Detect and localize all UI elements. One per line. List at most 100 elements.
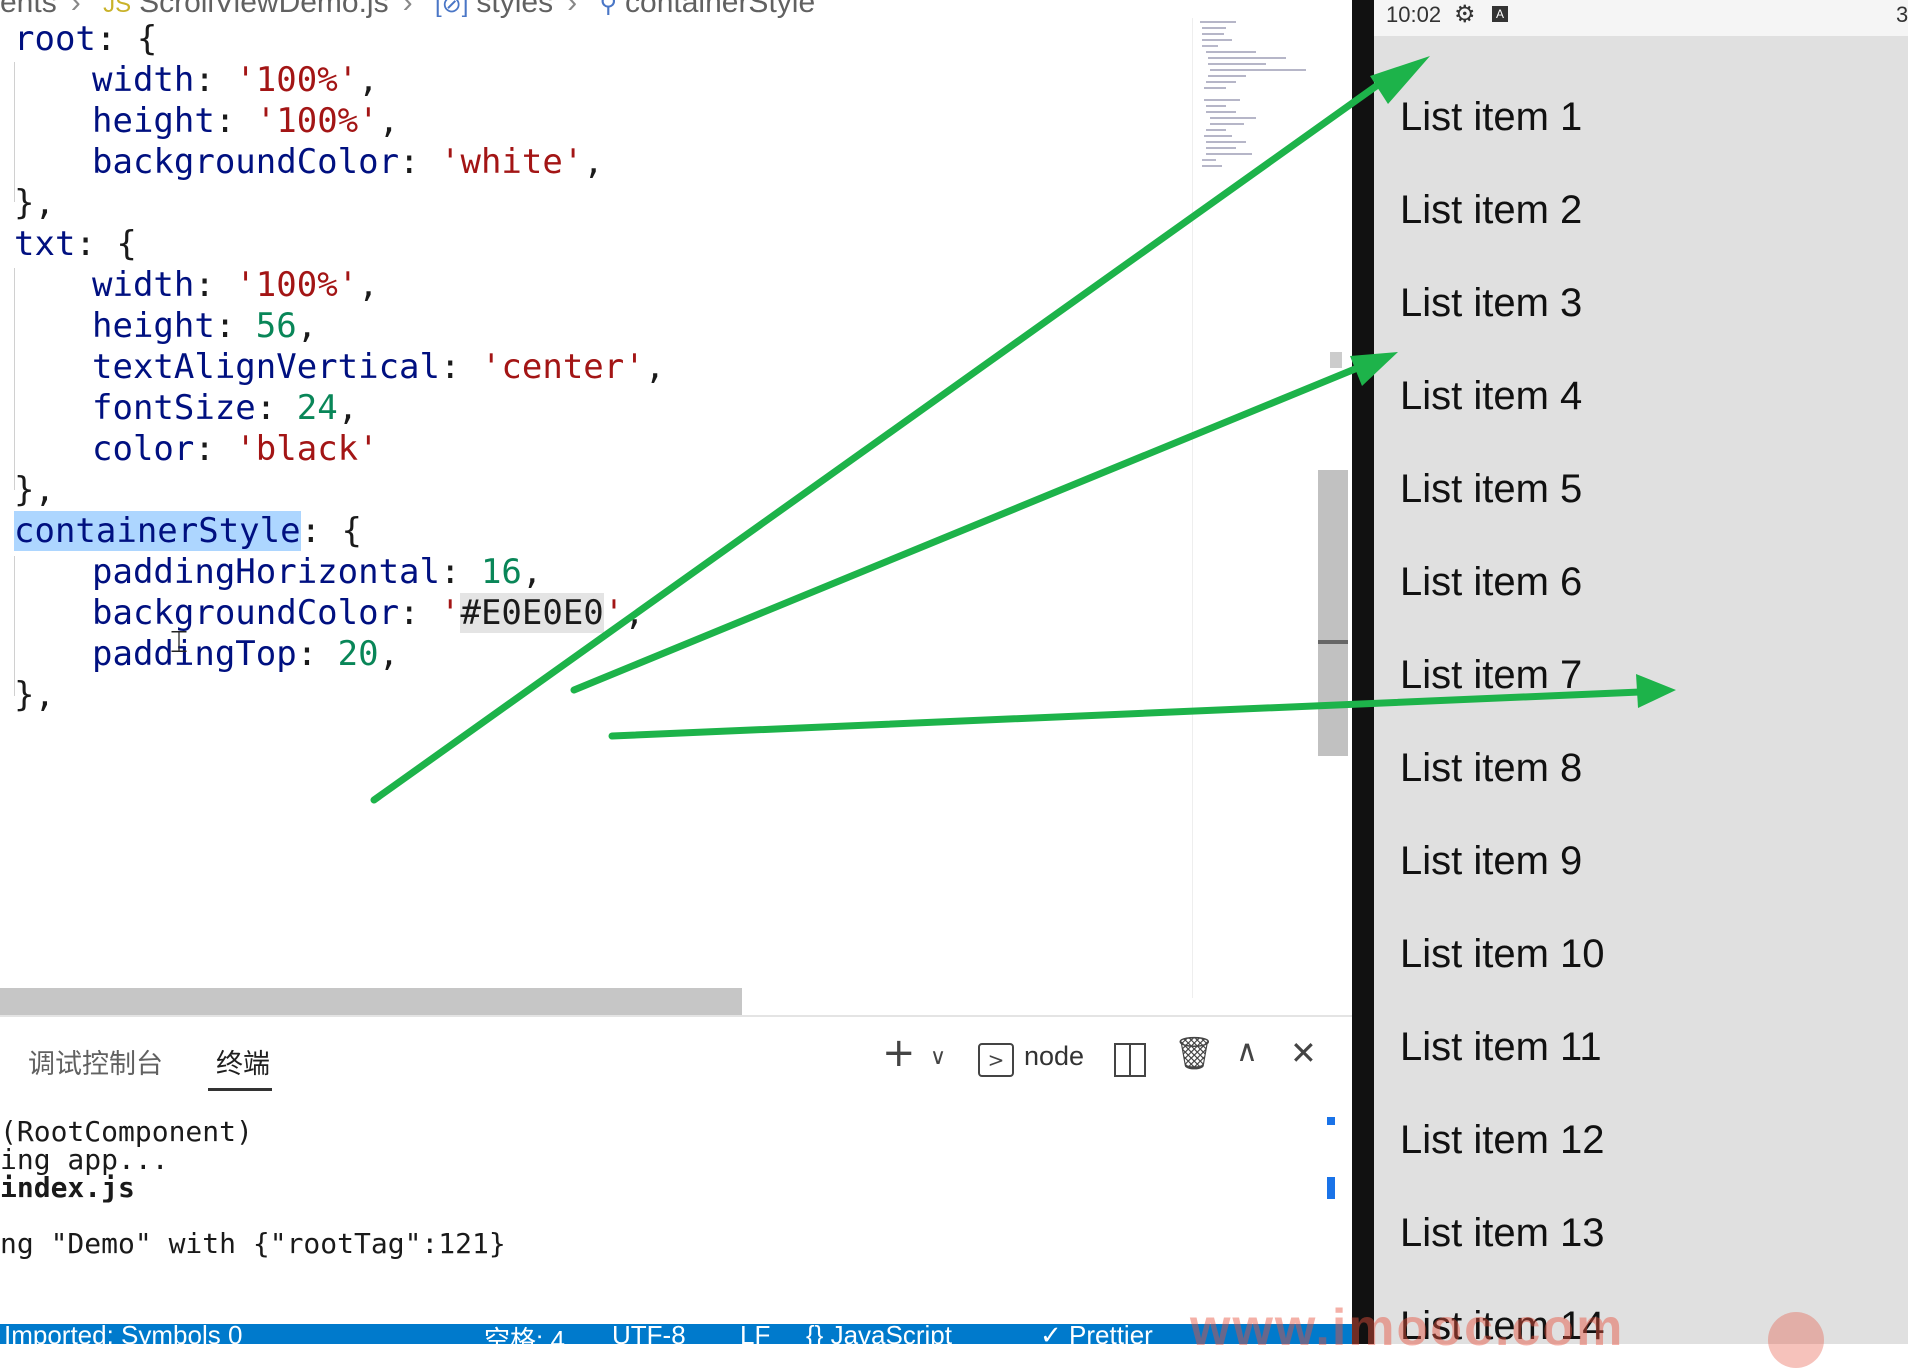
code-key: width (92, 265, 195, 305)
code-key: paddingTop (92, 634, 297, 674)
notification-a-icon: A (1492, 6, 1508, 22)
phone-status-bar: 10:02 ⚙ A 3 (1374, 0, 1908, 36)
list-item[interactable]: List item 6 (1400, 554, 1582, 610)
gear-icon: ⚙ (1454, 0, 1476, 28)
highlighted-color-value: #E0E0E0 (460, 593, 604, 633)
code-punctuation: : (440, 347, 481, 387)
breadcrumb-property[interactable]: containerStyle (625, 0, 815, 19)
code-punctuation: : (214, 306, 256, 346)
tab-terminal[interactable]: 终端 (216, 1042, 270, 1081)
code-number: 24 (296, 388, 338, 428)
code-line[interactable]: }, (14, 670, 55, 720)
code-punctuation: , (624, 593, 645, 633)
scrollbar-cursor-mark (1318, 640, 1348, 644)
breadcrumb-separator: › (402, 0, 413, 19)
status-imports[interactable]: Imported: Symbols 0 (4, 1324, 242, 1344)
list-item[interactable]: List item 12 (1400, 1112, 1605, 1168)
code-punctuation: : { (95, 19, 158, 59)
list-item[interactable]: List item 3 (1400, 275, 1582, 331)
minimap-border (1192, 18, 1193, 998)
list-item[interactable]: List item 11 (1400, 1019, 1602, 1075)
close-icon[interactable]: ✕ (1290, 1037, 1317, 1069)
code-punctuation: : { (75, 224, 137, 264)
code-punctuation: , (337, 388, 359, 428)
code-key: color (92, 429, 195, 469)
shell-label[interactable]: node (1024, 1043, 1084, 1070)
code-key: txt (14, 224, 76, 264)
list-item[interactable]: List item 10 (1400, 926, 1605, 982)
scroll-marker (1327, 1177, 1335, 1199)
tab-debug-console[interactable]: 调试控制台 (28, 1042, 163, 1081)
status-encoding[interactable]: UTF-8 (612, 1324, 686, 1344)
terminal-icon[interactable]: > (978, 1043, 1014, 1077)
code-punctuation: : (296, 634, 338, 674)
code-punctuation: , (583, 142, 604, 182)
status-language[interactable]: {} JavaScript (806, 1324, 952, 1344)
variable-symbol-icon: [⊘] (434, 0, 469, 18)
code-string: 'white' (440, 142, 584, 182)
code-key: width (92, 60, 195, 100)
code-punctuation: }, (14, 183, 55, 223)
code-punctuation: }, (14, 675, 55, 715)
phone-clock: 10:02 (1386, 2, 1442, 27)
list-item[interactable]: List item 13 (1400, 1205, 1605, 1261)
code-key: backgroundColor (92, 142, 400, 182)
terminal-line: index.js (0, 1171, 135, 1204)
horizontal-scrollbar[interactable] (0, 988, 742, 1015)
code-punctuation: , (296, 306, 318, 346)
phone-battery-level: 3 (1896, 2, 1908, 27)
code-punctuation: }, (14, 470, 55, 510)
code-punctuation: : (214, 101, 256, 141)
list-item[interactable]: List item 4 (1400, 368, 1582, 424)
code-punctuation: : (440, 552, 481, 592)
list-item[interactable]: List item 5 (1400, 461, 1582, 517)
code-key: paddingHorizontal (92, 552, 440, 592)
plus-icon[interactable]: + (882, 1033, 916, 1073)
vertical-scrollbar[interactable] (1318, 470, 1348, 756)
code-string-quote: ' (603, 593, 625, 633)
list-item[interactable]: List item 2 (1400, 182, 1582, 238)
overview-ruler-mark (1330, 352, 1342, 368)
code-punctuation: , (358, 60, 379, 100)
split-terminal-icon[interactable] (1114, 1043, 1146, 1077)
code-area[interactable]: root: { width: '100%', height: '100%', b… (0, 19, 1190, 982)
list-item[interactable]: List item 7 (1400, 647, 1582, 703)
phone-preview[interactable]: 10:02 ⚙ A 3 List item 1 List item 2 List i… (1374, 0, 1908, 1344)
code-key: backgroundColor (92, 593, 400, 633)
status-bar: Imported: Symbols 0 空格: 4 UTF-8 LF {} Ja… (0, 1324, 1352, 1344)
code-number: 56 (255, 306, 297, 346)
code-line[interactable]: backgroundColor: 'white', (14, 137, 604, 187)
code-line[interactable]: paddingTop: 20, (14, 629, 399, 679)
code-number: 16 (480, 552, 522, 592)
status-prettier[interactable]: ✓ Prettier (1040, 1324, 1153, 1344)
code-punctuation: : (255, 388, 297, 428)
active-tab-indicator (208, 1088, 272, 1091)
list-item[interactable]: List item 1 (1400, 89, 1582, 145)
list-item[interactable]: List item 8 (1400, 740, 1582, 796)
code-punctuation: : (399, 142, 440, 182)
chevron-up-icon[interactable]: ∧ (1236, 1037, 1258, 1067)
code-punctuation: , (378, 634, 400, 674)
code-key: height (92, 101, 215, 141)
watermark-text: www.imooc.com (1190, 1299, 1625, 1357)
code-punctuation: : (194, 60, 236, 100)
code-key: root (14, 19, 96, 59)
code-key: textAlignVertical (92, 347, 440, 387)
terminal-panel: 调试控制台 终端 + ∨ > node 🗑 ∧ ✕ (RootComponent… (0, 1015, 1352, 1326)
breadcrumb-file[interactable]: ScrollViewDemo.js (139, 0, 389, 19)
code-editor[interactable]: ents › JS ScrollViewDemo.js › [⊘] styles › ⚲ c… (0, 0, 1352, 1015)
code-punctuation: : (194, 429, 236, 469)
code-punctuation: , (521, 552, 543, 592)
trash-icon[interactable]: 🗑 (1174, 1037, 1215, 1069)
window-divider (1352, 0, 1374, 1344)
code-line[interactable]: color: 'black' (14, 424, 379, 474)
code-number: 20 (337, 634, 379, 674)
status-line-ending[interactable]: LF (740, 1324, 770, 1344)
code-punctuation: : (194, 265, 236, 305)
watermark-logo (1768, 1312, 1824, 1368)
chevron-down-icon[interactable]: ∨ (930, 1047, 946, 1069)
breadcrumb-symbol[interactable]: styles (476, 0, 553, 19)
minimap[interactable] (1196, 18, 1316, 178)
list-item[interactable]: List item 9 (1400, 833, 1582, 889)
status-indentation[interactable]: 空格: 4 (484, 1324, 565, 1344)
